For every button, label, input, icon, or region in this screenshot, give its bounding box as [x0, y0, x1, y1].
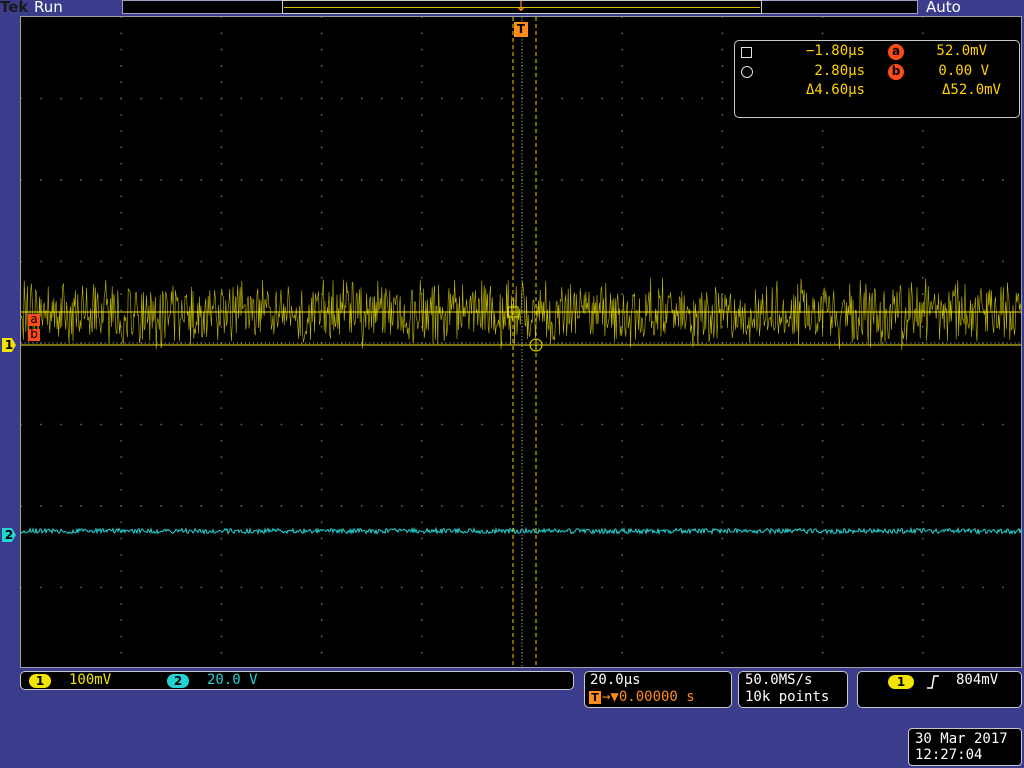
datetime-panel: 30 Mar 2017 12:27:04	[908, 728, 1022, 766]
horizontal-scale[interactable]: 20.0µs	[590, 672, 641, 688]
brand-logo: Tek	[0, 0, 29, 16]
channel-settings-panel[interactable]: 1 100mV 2 20.0 V	[20, 671, 574, 690]
status-bar: Tek Run Auto	[0, 0, 1024, 16]
trigger-mode[interactable]: Auto	[926, 0, 961, 16]
channel-1-badge[interactable]: 1	[29, 674, 51, 688]
cursor-a-square-icon	[741, 47, 752, 58]
channel-1-scale[interactable]: 100mV	[69, 672, 111, 688]
trigger-position-marker[interactable]: T	[514, 22, 528, 37]
cursor-b-voltage: 0.00 V	[938, 63, 989, 79]
cursor-a-time: −1.80µs	[805, 43, 865, 59]
channel-1-trace	[21, 277, 1021, 350]
horizontal-position[interactable]: →▼0.00000 s	[602, 689, 695, 705]
cursor-b-badge: b	[888, 64, 904, 80]
sample-rate: 50.0MS/s	[745, 672, 813, 688]
trigger-position-icon: T	[589, 691, 601, 704]
trigger-panel[interactable]: 1 804mV	[857, 671, 1022, 708]
cursor-delta-time: Δ4.60µs	[805, 82, 865, 98]
cursor-a-badge: a	[888, 44, 904, 60]
trigger-source-badge[interactable]: 1	[888, 675, 914, 689]
trigger-position-arrow: ↓	[515, 0, 527, 15]
channel-2-trace	[21, 526, 1021, 536]
cursor-b-marker[interactable]: b	[28, 328, 40, 341]
acquisition-panel[interactable]: 50.0MS/s 10k points	[738, 671, 848, 708]
cursor-b-circle-icon	[741, 66, 753, 78]
time-display: 12:27:04	[915, 747, 983, 763]
channel-2-badge[interactable]: 2	[167, 674, 189, 688]
rising-edge-icon	[927, 675, 939, 689]
cursor-readout-panel: −1.80µs 2.80µs Δ4.60µs a b 52.0mV 0.00 V…	[734, 40, 1020, 118]
cursor-delta-voltage: Δ52.0mV	[941, 82, 1001, 98]
timebase-panel[interactable]: 20.0µs T →▼0.00000 s	[584, 671, 732, 708]
cursor-a-marker[interactable]: a	[28, 313, 40, 326]
date-display: 30 Mar 2017	[915, 731, 1008, 747]
channel-2-scale[interactable]: 20.0 V	[207, 672, 258, 688]
cursor-b-time: 2.80µs	[814, 63, 865, 79]
record-length: 10k points	[745, 689, 830, 705]
cursor-a-voltage: 52.0mV	[936, 43, 987, 59]
channel-1-ground-marker[interactable]: 1	[2, 338, 16, 352]
channel-2-ground-marker[interactable]: 2	[2, 528, 16, 542]
acquisition-state[interactable]: Run	[34, 0, 63, 16]
trigger-level[interactable]: 804mV	[956, 672, 998, 688]
